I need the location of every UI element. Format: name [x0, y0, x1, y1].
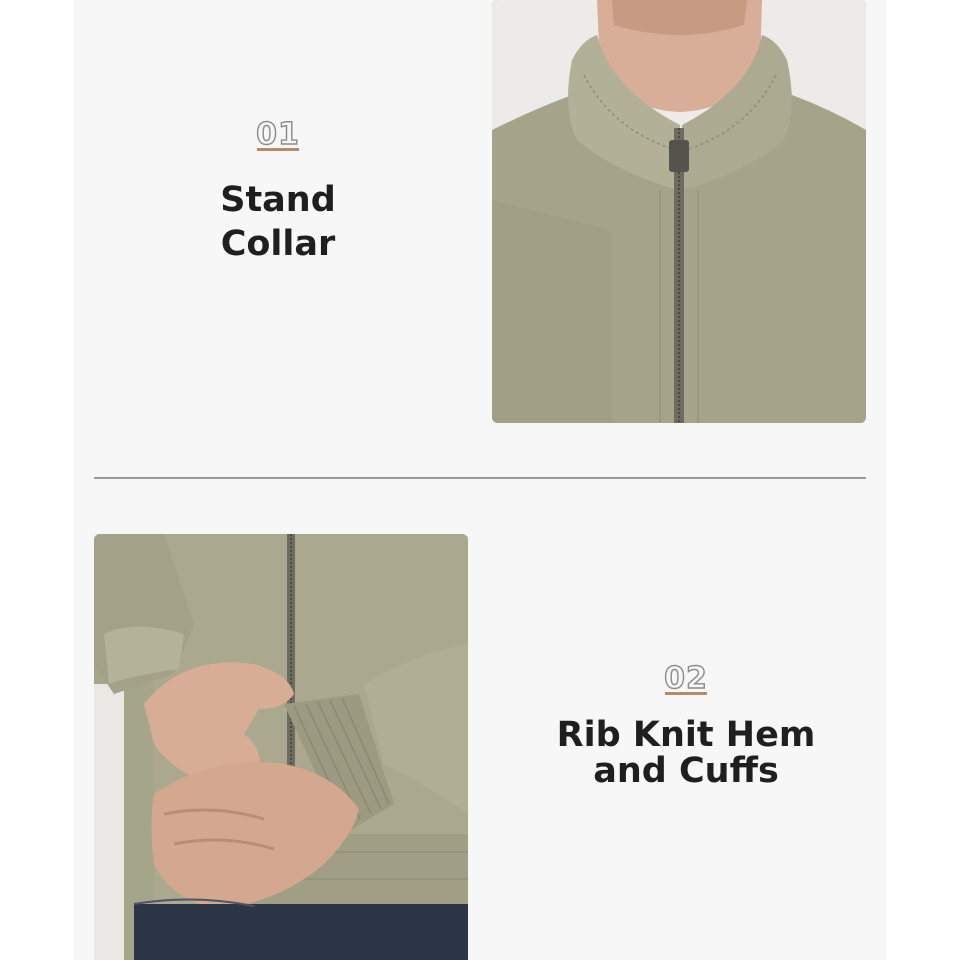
rib-knit-cuff-photo — [94, 534, 468, 960]
product-feature-page: 01 Stand Collar 02 Rib Knit Hem and Cuff… — [0, 0, 960, 960]
feature-number-01: 01 — [255, 117, 301, 152]
feature-title-line: Stand — [220, 180, 336, 220]
number-underline — [257, 148, 299, 151]
feature-title-rib-knit: Rib Knit Hem and Cuffs — [540, 717, 832, 789]
number-underline — [665, 692, 707, 695]
stand-collar-photo — [492, 0, 866, 423]
feature-number-02: 02 — [663, 661, 709, 696]
feature-title-line: Rib Knit Hem — [556, 715, 816, 755]
feature-title-line: and Cuffs — [593, 751, 779, 791]
stand-collar-illustration — [492, 0, 866, 423]
feature-title-stand-collar: Stand Collar — [188, 178, 368, 266]
rib-knit-cuff-illustration — [94, 534, 468, 960]
feature-number-text: 02 — [663, 661, 708, 696]
feature-title-line: Collar — [220, 224, 336, 264]
section-divider — [94, 477, 866, 479]
feature-number-text: 01 — [255, 117, 300, 152]
